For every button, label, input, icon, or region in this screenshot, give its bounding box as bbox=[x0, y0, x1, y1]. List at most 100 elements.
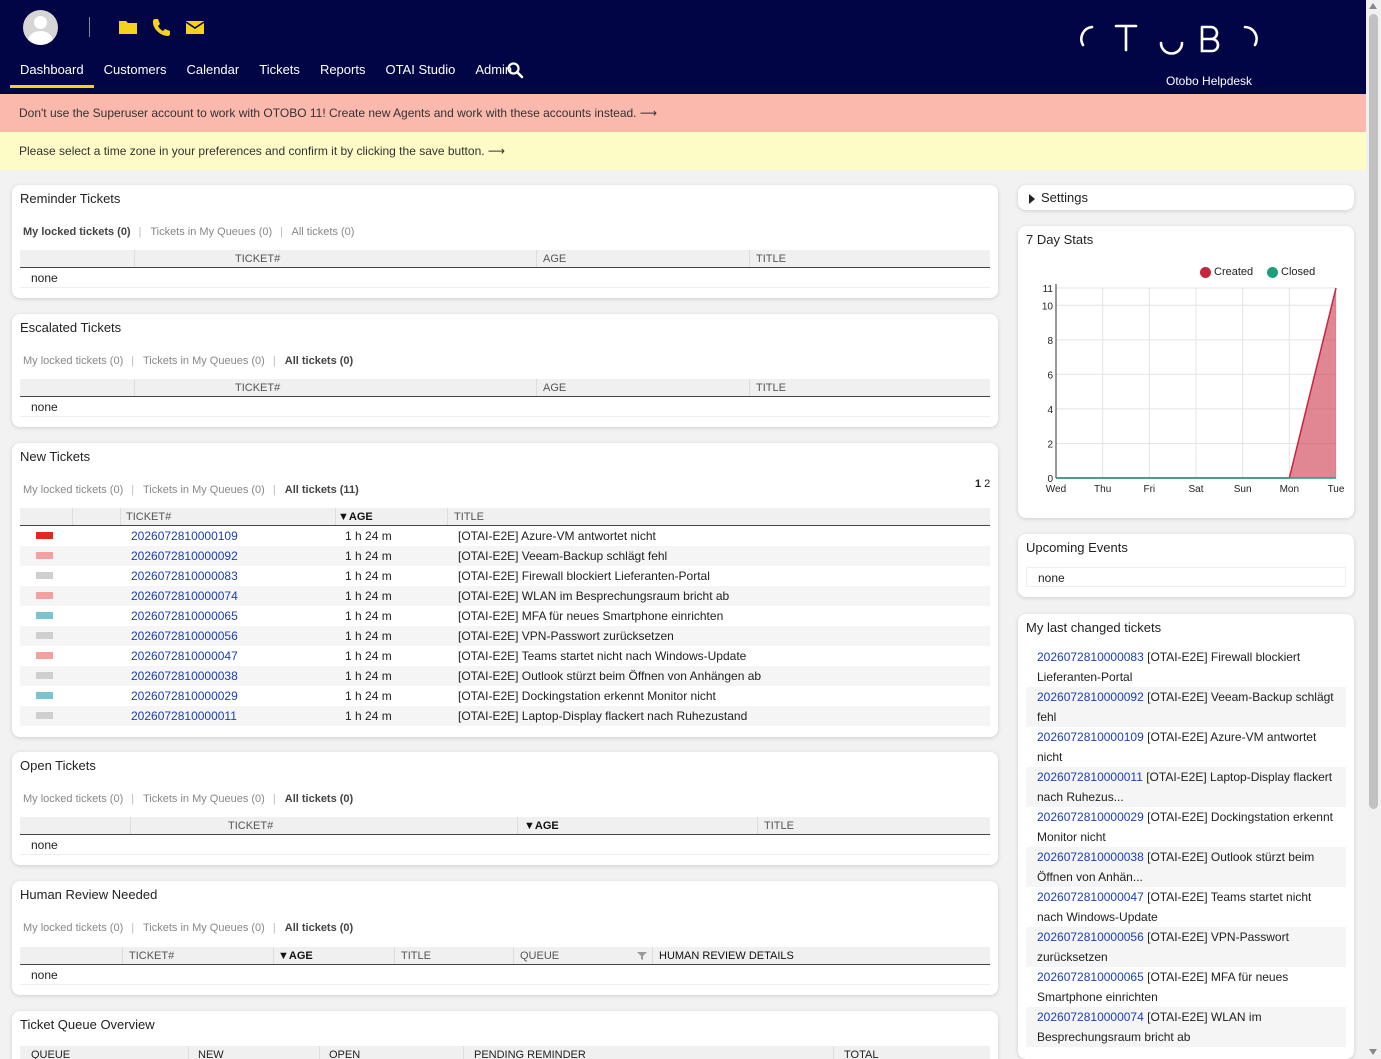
table-row[interactable]: 2026072810000047 1 h 24 m [OTAI-E2E] Teams… bbox=[20, 646, 990, 666]
list-item[interactable]: 2026072810000029 [OTAI-E2E] Dockingstati… bbox=[1026, 807, 1346, 847]
avatar[interactable] bbox=[23, 10, 58, 45]
list-item[interactable]: 2026072810000047 [OTAI-E2E] Teams starte… bbox=[1026, 887, 1346, 927]
table-row[interactable]: 2026072810000065 1 h 24 m [OTAI-E2E] MFA f… bbox=[20, 606, 990, 626]
ticket-number-link[interactable]: 2026072810000109 bbox=[1037, 730, 1144, 744]
ticket-number-link[interactable]: 2026072810000083 bbox=[1037, 650, 1144, 664]
ticket-title[interactable]: [OTAI-E2E] VPN-Passwort zurücksetzen bbox=[458, 629, 674, 643]
ticket-title[interactable]: [OTAI-E2E] Azure-VM antwortet nicht bbox=[458, 529, 656, 543]
table-row[interactable]: 2026072810000092 1 h 24 m [OTAI-E2E] Veeam… bbox=[20, 546, 990, 566]
table-row[interactable]: 2026072810000083 1 h 24 m [OTAI-E2E] Firew… bbox=[20, 566, 990, 586]
ticket-number-link[interactable]: 2026072810000056 bbox=[131, 629, 238, 643]
filter-my-locked[interactable]: My locked tickets (0) bbox=[23, 922, 123, 934]
ticket-title[interactable]: [OTAI-E2E] Teams startet nicht nach Wind… bbox=[458, 649, 746, 663]
ticket-title[interactable]: [OTAI-E2E] Firewall blockiert Lieferante… bbox=[458, 569, 710, 583]
col-title[interactable]: TITLE bbox=[401, 950, 431, 962]
filter-my-locked[interactable]: My locked tickets (0) bbox=[23, 355, 123, 367]
ticket-title[interactable]: [OTAI-E2E] WLAN im Besprechungsraum bric… bbox=[458, 589, 729, 603]
ticket-number-link[interactable]: 2026072810000074 bbox=[131, 589, 238, 603]
table-row[interactable]: 2026072810000109 1 h 24 m [OTAI-E2E] Azure… bbox=[20, 526, 990, 546]
col-title[interactable]: TITLE bbox=[756, 253, 786, 265]
envelope-icon[interactable] bbox=[185, 17, 205, 37]
col-title[interactable]: TITLE bbox=[454, 511, 484, 523]
col-pending-reminder[interactable]: PENDING REMINDER bbox=[474, 1049, 586, 1059]
scroll-up-arrow[interactable] bbox=[1369, 3, 1377, 9]
table-row[interactable]: 2026072810000038 1 h 24 m [OTAI-E2E] Outlo… bbox=[20, 666, 990, 686]
phone-icon[interactable] bbox=[151, 17, 171, 37]
page-2[interactable]: 2 bbox=[984, 478, 990, 490]
col-age[interactable]: AGE bbox=[543, 382, 566, 394]
filter-my-queues[interactable]: Tickets in My Queues (0) bbox=[143, 793, 265, 805]
nav-tickets[interactable]: Tickets bbox=[249, 60, 310, 88]
page-1[interactable]: 1 bbox=[975, 478, 981, 490]
folder-icon[interactable] bbox=[118, 17, 138, 37]
ticket-title[interactable]: [OTAI-E2E] Outlook stürzt beim Öffnen vo… bbox=[458, 669, 761, 683]
col-age-sorted[interactable]: ▼AGE bbox=[338, 511, 373, 523]
filter-my-locked[interactable]: My locked tickets (0) bbox=[23, 793, 123, 805]
list-item[interactable]: 2026072810000074 [OTAI-E2E] WLAN im Bespr… bbox=[1026, 1007, 1346, 1047]
nav-customers[interactable]: Customers bbox=[94, 60, 177, 88]
col-title[interactable]: TITLE bbox=[756, 382, 786, 394]
filter-my-locked[interactable]: My locked tickets (0) bbox=[23, 226, 131, 238]
ticket-number-link[interactable]: 2026072810000065 bbox=[1037, 970, 1144, 984]
ticket-title[interactable]: [OTAI-E2E] MFA für neues Smartphone einr… bbox=[458, 609, 723, 623]
col-queue[interactable]: QUEUE bbox=[31, 1049, 70, 1059]
ticket-number-link[interactable]: 2026072810000109 bbox=[131, 529, 238, 543]
ticket-title[interactable]: [OTAI-E2E] Veeam-Backup schlägt fehl bbox=[458, 549, 667, 563]
col-ticket[interactable]: TICKET# bbox=[126, 511, 171, 523]
filter-icon[interactable] bbox=[637, 951, 647, 961]
nav-reports[interactable]: Reports bbox=[310, 60, 376, 88]
list-item[interactable]: 2026072810000011 [OTAI-E2E] Laptop-Displ… bbox=[1026, 767, 1346, 807]
list-item[interactable]: 2026072810000109 [OTAI-E2E] Azure-VM ant… bbox=[1026, 727, 1346, 767]
ticket-number-link[interactable]: 2026072810000065 bbox=[131, 609, 238, 623]
settings-label[interactable]: Settings bbox=[1041, 190, 1088, 205]
widget-settings[interactable]: Settings bbox=[1018, 185, 1354, 210]
col-queue[interactable]: QUEUE bbox=[520, 950, 559, 962]
col-ticket[interactable]: TICKET# bbox=[235, 253, 280, 265]
ticket-number-link[interactable]: 2026072810000038 bbox=[131, 669, 238, 683]
list-item[interactable]: 2026072810000065 [OTAI-E2E] MFA für neue… bbox=[1026, 967, 1346, 1007]
list-item[interactable]: 2026072810000038 [OTAI-E2E] Outlook stür… bbox=[1026, 847, 1346, 887]
col-new[interactable]: NEW bbox=[198, 1049, 224, 1059]
ticket-number-link[interactable]: 2026072810000011 bbox=[131, 709, 237, 723]
table-row[interactable]: 2026072810000056 1 h 24 m [OTAI-E2E] VPN-P… bbox=[20, 626, 990, 646]
nav-calendar[interactable]: Calendar bbox=[176, 60, 249, 88]
ticket-number-link[interactable]: 2026072810000047 bbox=[131, 649, 238, 663]
col-ticket[interactable]: TICKET# bbox=[235, 382, 280, 394]
timezone-notice-banner[interactable]: Please select a time zone in your prefer… bbox=[0, 132, 1366, 170]
ticket-title[interactable]: [OTAI-E2E] Dockingstation erkennt Monito… bbox=[458, 689, 716, 703]
superuser-warning-banner[interactable]: Don't use the Superuser account to work … bbox=[0, 94, 1366, 132]
ticket-number-link[interactable]: 2026072810000092 bbox=[1037, 690, 1144, 704]
table-row[interactable]: 2026072810000074 1 h 24 m [OTAI-E2E] WLAN … bbox=[20, 586, 990, 606]
col-age[interactable]: AGE bbox=[543, 253, 566, 265]
filter-my-queues[interactable]: Tickets in My Queues (0) bbox=[143, 355, 265, 367]
filter-all[interactable]: All tickets (0) bbox=[285, 922, 353, 934]
ticket-number-link[interactable]: 2026072810000011 bbox=[1037, 770, 1143, 784]
page-scrollbar[interactable] bbox=[1366, 0, 1381, 1059]
ticket-title[interactable]: [OTAI-E2E] Laptop-Display flackert nach … bbox=[458, 709, 747, 723]
scroll-thumb[interactable] bbox=[1369, 14, 1378, 809]
ticket-number-link[interactable]: 2026072810000083 bbox=[131, 569, 238, 583]
nav-otai-studio[interactable]: OTAI Studio bbox=[375, 60, 465, 88]
table-row[interactable]: 2026072810000011 1 h 24 m [OTAI-E2E] Lapto… bbox=[20, 706, 990, 726]
filter-my-locked[interactable]: My locked tickets (0) bbox=[23, 484, 123, 496]
ticket-number-link[interactable]: 2026072810000056 bbox=[1037, 930, 1144, 944]
filter-all[interactable]: All tickets (0) bbox=[285, 355, 353, 367]
col-age-sorted[interactable]: ▼AGE bbox=[524, 820, 559, 832]
ticket-number-link[interactable]: 2026072810000047 bbox=[1037, 890, 1144, 904]
nav-dashboard[interactable]: Dashboard bbox=[10, 60, 94, 88]
filter-my-queues[interactable]: Tickets in My Queues (0) bbox=[143, 484, 265, 496]
col-open[interactable]: OPEN bbox=[329, 1049, 360, 1059]
col-total[interactable]: TOTAL bbox=[844, 1049, 878, 1059]
col-age-sorted[interactable]: ▼AGE bbox=[278, 950, 313, 962]
table-row[interactable]: 2026072810000029 1 h 24 m [OTAI-E2E] Docki… bbox=[20, 686, 990, 706]
scroll-down-arrow[interactable] bbox=[1369, 1049, 1377, 1055]
filter-my-queues[interactable]: Tickets in My Queues (0) bbox=[150, 226, 272, 238]
filter-all[interactable]: All tickets (0) bbox=[285, 793, 353, 805]
filter-all[interactable]: All tickets (0) bbox=[291, 226, 354, 238]
filter-all[interactable]: All tickets (11) bbox=[285, 484, 359, 496]
ticket-number-link[interactable]: 2026072810000074 bbox=[1037, 1010, 1144, 1024]
list-item[interactable]: 2026072810000092 [OTAI-E2E] Veeam-Backup… bbox=[1026, 687, 1346, 727]
otobo-logo[interactable] bbox=[1076, 20, 1262, 60]
ticket-number-link[interactable]: 2026072810000092 bbox=[131, 549, 238, 563]
list-item[interactable]: 2026072810000056 [OTAI-E2E] VPN-Passwort… bbox=[1026, 927, 1346, 967]
